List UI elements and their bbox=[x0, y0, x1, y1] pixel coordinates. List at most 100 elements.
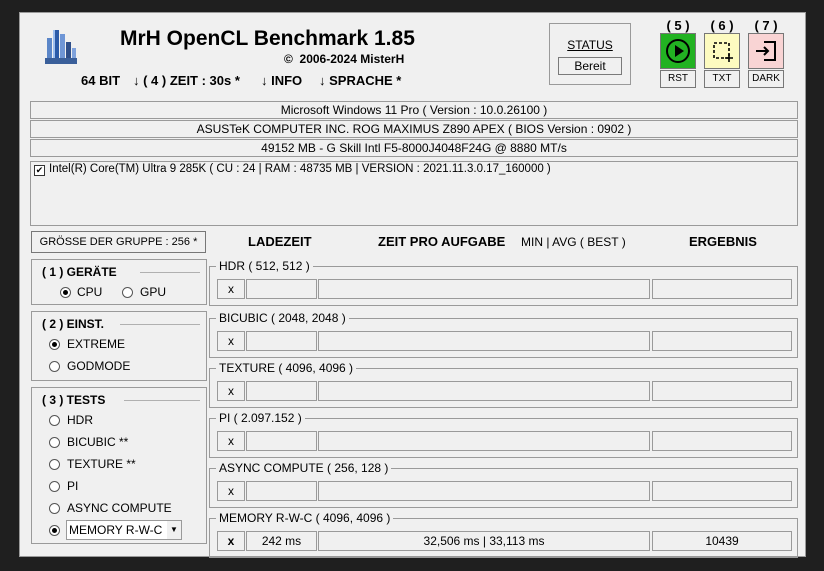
test-bicubic-title: BICUBIC ( 2048, 2048 ) bbox=[216, 311, 349, 325]
test-memory-clear[interactable]: x bbox=[217, 531, 245, 551]
rst-button[interactable]: RST bbox=[660, 70, 696, 88]
test-memory-title: MEMORY R-W-C ( 4096, 4096 ) bbox=[216, 511, 394, 525]
geraete-divider bbox=[140, 272, 200, 273]
tests-divider bbox=[124, 400, 200, 401]
menu-info[interactable]: ↓ INFO bbox=[261, 73, 302, 88]
test-bicubic-load bbox=[246, 331, 317, 351]
test-async-clear[interactable]: x bbox=[217, 481, 245, 501]
rst-number: ( 5 ) bbox=[666, 18, 690, 33]
radio-texture[interactable] bbox=[49, 459, 60, 470]
txt-button[interactable]: TXT bbox=[704, 70, 740, 88]
test-async: ASYNC COMPUTE ( 256, 128 ) x bbox=[209, 461, 798, 508]
app-title: MrH OpenCL Benchmark 1.85 bbox=[120, 27, 415, 50]
test-hdr-load bbox=[246, 279, 317, 299]
test-bicubic-time bbox=[318, 331, 650, 351]
dark-mode-button[interactable] bbox=[748, 33, 784, 69]
device-label: Intel(R) Core(TM) Ultra 9 285K ( CU : 24… bbox=[49, 163, 551, 175]
label-extreme: EXTREME bbox=[67, 337, 126, 351]
group-size-button[interactable]: GRÖSSE DER GRUPPE : 256 * bbox=[31, 231, 206, 253]
test-texture: TEXTURE ( 4096, 4096 ) x bbox=[209, 361, 798, 408]
col-zeit: ZEIT PRO AUFGABE bbox=[378, 234, 506, 249]
geraete-panel: ( 1 ) GERÄTE CPU GPU bbox=[31, 259, 207, 305]
test-hdr-clear[interactable]: x bbox=[217, 279, 245, 299]
radio-gpu[interactable] bbox=[122, 287, 133, 298]
test-hdr: HDR ( 512, 512 ) x bbox=[209, 259, 798, 306]
label-cpu: CPU bbox=[77, 285, 103, 299]
device-checkbox[interactable]: ✔ bbox=[34, 165, 45, 176]
test-memory-time: 32,506 ms | 33,113 ms bbox=[318, 531, 650, 551]
test-memory-result: 10439 bbox=[652, 531, 792, 551]
sign-in-icon bbox=[756, 41, 776, 61]
test-bicubic-clear[interactable]: x bbox=[217, 331, 245, 351]
status-value: Bereit bbox=[558, 57, 622, 75]
menu-sprache[interactable]: ↓ SPRACHE * bbox=[319, 73, 401, 88]
copyright: © 2006-2024 MisterH bbox=[284, 52, 404, 66]
radio-godmode[interactable] bbox=[49, 361, 60, 372]
test-async-title: ASYNC COMPUTE ( 256, 128 ) bbox=[216, 461, 392, 475]
radio-bicubic[interactable] bbox=[49, 437, 60, 448]
status-box: STATUS Bereit bbox=[549, 23, 631, 85]
test-pi-load bbox=[246, 431, 317, 451]
col-ladezeit: LADEZEIT bbox=[248, 234, 312, 249]
memory-combo-label: MEMORY R-W-C bbox=[69, 523, 163, 537]
radio-async[interactable] bbox=[49, 503, 60, 514]
memory-info: 49152 MB - G Skill Intl F5-8000J4048F24G… bbox=[30, 139, 798, 157]
main-window: MrH OpenCL Benchmark 1.85 © 2006-2024 Mi… bbox=[19, 12, 806, 558]
label-pi: PI bbox=[67, 479, 79, 493]
label-godmode: GODMODE bbox=[67, 359, 131, 373]
play-icon bbox=[666, 39, 690, 63]
chevron-down-icon[interactable]: ▼ bbox=[167, 521, 181, 539]
run-button[interactable] bbox=[660, 33, 696, 69]
bit-label: 64 BIT bbox=[81, 73, 121, 88]
test-async-load bbox=[246, 481, 317, 501]
einst-title: ( 2 ) EINST. bbox=[40, 317, 107, 331]
tests-title: ( 3 ) TESTS bbox=[40, 393, 108, 407]
dark-button[interactable]: DARK bbox=[748, 70, 784, 88]
test-async-time bbox=[318, 481, 650, 501]
label-hdr: HDR bbox=[67, 413, 93, 427]
test-pi-clear[interactable]: x bbox=[217, 431, 245, 451]
test-memory: MEMORY R-W-C ( 4096, 4096 ) x 242 ms 32,… bbox=[209, 511, 798, 558]
crop-button[interactable] bbox=[704, 33, 740, 69]
label-async: ASYNC COMPUTE bbox=[67, 501, 172, 515]
test-bicubic: BICUBIC ( 2048, 2048 ) x bbox=[209, 311, 798, 358]
test-bicubic-result bbox=[652, 331, 792, 351]
test-pi-time bbox=[318, 431, 650, 451]
test-async-result bbox=[652, 481, 792, 501]
radio-hdr[interactable] bbox=[49, 415, 60, 426]
label-gpu: GPU bbox=[140, 285, 167, 299]
test-pi-title: PI ( 2.097.152 ) bbox=[216, 411, 305, 425]
col-ergebnis: ERGEBNIS bbox=[689, 234, 757, 249]
radio-cpu[interactable] bbox=[60, 287, 71, 298]
radio-pi[interactable] bbox=[49, 481, 60, 492]
memory-combo[interactable]: MEMORY R-W-C ▼ bbox=[66, 520, 182, 540]
test-hdr-time bbox=[318, 279, 650, 299]
radio-memory[interactable] bbox=[49, 525, 60, 536]
test-hdr-result bbox=[652, 279, 792, 299]
copyright-symbol: © bbox=[284, 52, 293, 66]
col-minavg: MIN | AVG ( BEST ) bbox=[521, 235, 626, 249]
einst-panel: ( 2 ) EINST. EXTREME GODMODE bbox=[31, 311, 207, 381]
label-bicubic: BICUBIC ** bbox=[67, 435, 129, 449]
test-texture-result bbox=[652, 381, 792, 401]
status-label: STATUS bbox=[567, 38, 613, 52]
test-texture-time bbox=[318, 381, 650, 401]
app-logo bbox=[45, 30, 77, 64]
copyright-text: 2006-2024 MisterH bbox=[299, 52, 405, 66]
einst-divider bbox=[120, 324, 200, 325]
test-texture-title: TEXTURE ( 4096, 4096 ) bbox=[216, 361, 357, 375]
geraete-title: ( 1 ) GERÄTE bbox=[40, 265, 119, 279]
test-hdr-title: HDR ( 512, 512 ) bbox=[216, 259, 313, 273]
radio-extreme[interactable] bbox=[49, 339, 60, 350]
os-info: Microsoft Windows 11 Pro ( Version : 10.… bbox=[30, 101, 798, 119]
tests-panel: ( 3 ) TESTS HDR BICUBIC ** TEXTURE ** PI… bbox=[31, 387, 207, 544]
board-info: ASUSTeK COMPUTER INC. ROG MAXIMUS Z890 A… bbox=[30, 120, 798, 138]
test-texture-clear[interactable]: x bbox=[217, 381, 245, 401]
test-texture-load bbox=[246, 381, 317, 401]
crop-icon bbox=[713, 42, 733, 62]
label-texture: TEXTURE ** bbox=[67, 457, 136, 471]
test-pi: PI ( 2.097.152 ) x bbox=[209, 411, 798, 458]
test-pi-result bbox=[652, 431, 792, 451]
device-list: ✔ Intel(R) Core(TM) Ultra 9 285K ( CU : … bbox=[30, 161, 798, 226]
menu-zeit[interactable]: ↓ ( 4 ) ZEIT : 30s * bbox=[133, 73, 240, 88]
